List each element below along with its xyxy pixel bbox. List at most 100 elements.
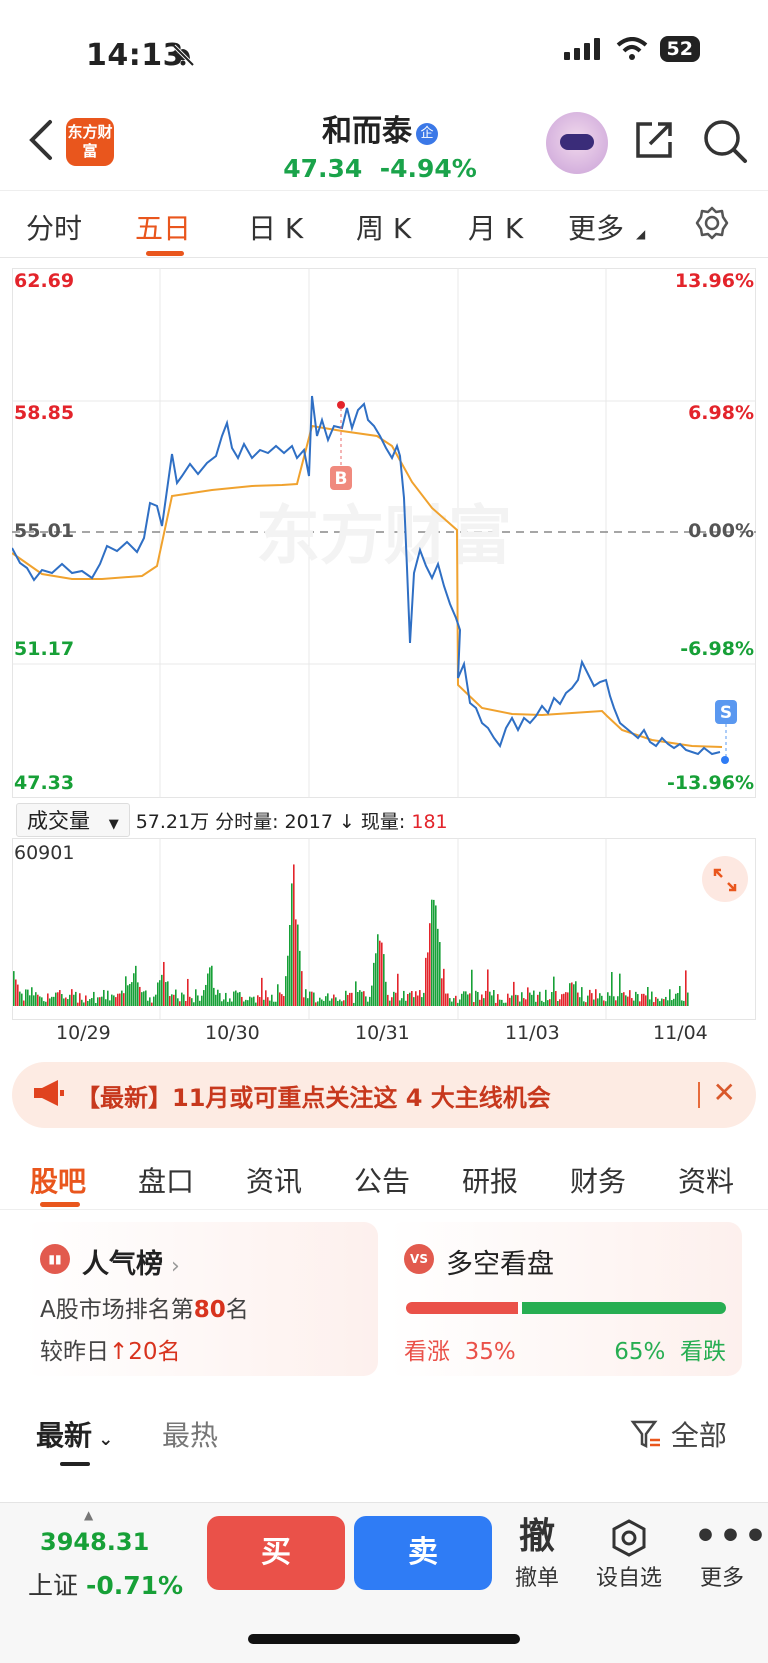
sell-button[interactable]: 卖	[354, 1516, 492, 1590]
tab-finance[interactable]: 财务	[570, 1160, 626, 1200]
five-day-chart[interactable]: 东方财富 B S 62.69 58.85 55.01 51.17 47.33 1…	[11, 268, 756, 798]
volume-bar	[95, 1002, 97, 1006]
tab-latest[interactable]: 最新 ⌄	[36, 1414, 113, 1454]
volume-bar	[321, 999, 323, 1006]
volume-bar	[93, 991, 95, 1006]
volume-bar	[433, 899, 435, 1006]
volume-bar	[515, 994, 517, 1006]
filter-button[interactable]: 全部	[630, 1414, 727, 1454]
tab-profile[interactable]: 资料	[678, 1160, 734, 1200]
tab-research[interactable]: 研报	[462, 1160, 518, 1200]
volume-chart[interactable]: 60901	[12, 838, 756, 1020]
volume-bar	[119, 993, 121, 1006]
volume-bar	[391, 997, 393, 1006]
volume-bar	[203, 990, 205, 1006]
volume-bar	[315, 1002, 317, 1006]
volume-bar	[643, 993, 645, 1006]
tab-news[interactable]: 资讯	[246, 1160, 302, 1200]
cancel-order-button[interactable]: 撤 撤单	[512, 1514, 562, 1592]
volume-bar	[159, 980, 161, 1006]
tab-five-day[interactable]: 五日	[135, 207, 191, 247]
volume-bar	[129, 983, 131, 1006]
volume-bar	[489, 991, 491, 1006]
volume-bar	[251, 997, 253, 1006]
volume-bar	[121, 990, 123, 1006]
popularity-card[interactable]: ▮▮ 人气榜 › A股市场排名第80名 较昨日↑20名	[24, 1222, 378, 1376]
bear-label: 看跌	[680, 1339, 726, 1365]
volume-bar	[243, 1001, 245, 1006]
tab-monthly-k[interactable]: 月 K	[468, 207, 523, 247]
more-caret-icon: ◢	[636, 227, 646, 241]
volume-bar	[317, 1001, 319, 1006]
news-banner[interactable]: 【最新】11月或可重点关注这 4 大主线机会 ✕	[12, 1062, 756, 1128]
volume-bar	[575, 981, 577, 1006]
tab-latest-label: 最新	[36, 1419, 93, 1452]
price-label-max: 62.69	[14, 270, 75, 292]
volume-bar	[389, 1000, 391, 1006]
volume-bar	[683, 1000, 685, 1006]
caret-up-icon: ▲	[84, 1508, 94, 1522]
volume-bar	[107, 990, 109, 1006]
fullscreen-button[interactable]	[702, 856, 748, 902]
price-chart-svg: 东方财富 B S	[11, 268, 756, 798]
volume-bar	[685, 970, 687, 1006]
more-button[interactable]: ••• 更多	[694, 1514, 767, 1592]
volume-bar	[687, 992, 689, 1006]
volume-bar	[411, 991, 413, 1006]
volume-bar	[189, 996, 191, 1006]
buy-button[interactable]: 买	[207, 1516, 345, 1590]
tab-more[interactable]: 更多	[568, 207, 624, 247]
volume-bar	[563, 993, 565, 1006]
tab-hot[interactable]: 最热	[162, 1414, 218, 1454]
assistant-avatar[interactable]	[546, 112, 608, 174]
volume-bar	[237, 992, 239, 1006]
close-icon[interactable]: ✕	[713, 1076, 736, 1109]
tab-daily-k[interactable]: 日 K	[248, 207, 303, 247]
tab-order-book[interactable]: 盘口	[138, 1160, 194, 1200]
volume-bar	[363, 991, 365, 1006]
volume-bar	[225, 992, 227, 1006]
tab-intraday[interactable]: 分时	[26, 207, 82, 247]
volume-bar	[525, 999, 527, 1006]
bull-bear-card[interactable]: VS 多空看盘 看涨 35% 65% 看跌	[388, 1222, 742, 1376]
volume-bar	[229, 998, 231, 1006]
volume-bar	[591, 993, 593, 1006]
volume-bar	[31, 987, 33, 1006]
share-button[interactable]	[632, 118, 676, 166]
add-watchlist-button[interactable]: 设自选	[590, 1514, 668, 1592]
volume-bar	[241, 996, 243, 1006]
volume-bar	[183, 994, 185, 1006]
search-button[interactable]	[702, 118, 748, 168]
x-label: 10/29	[56, 1022, 111, 1044]
market-rank-line: A股市场排名第80名	[40, 1290, 249, 1324]
bear-percent: 65%	[614, 1339, 666, 1365]
bull-bear-title: 多空看盘	[446, 1249, 554, 1280]
volume-bar	[579, 997, 581, 1006]
volume-bar	[441, 978, 443, 1006]
volume-bar	[161, 974, 163, 1006]
gear-icon	[695, 206, 729, 240]
volume-bar	[483, 998, 485, 1006]
volume-bar	[21, 993, 23, 1006]
filter-label: 全部	[670, 1419, 727, 1452]
index-summary[interactable]: 上证 -0.71%	[28, 1566, 183, 1602]
volume-bar	[25, 989, 27, 1006]
tab-forum[interactable]: 股吧	[30, 1160, 86, 1200]
tab-weekly-k[interactable]: 周 K	[356, 207, 411, 247]
volume-bar	[357, 991, 359, 1006]
settings-button[interactable]	[694, 205, 730, 245]
volume-bar	[551, 992, 553, 1006]
volume-bar	[319, 997, 321, 1006]
volume-bar	[313, 992, 315, 1006]
volume-indicator-select[interactable]: 成交量 ▼	[16, 803, 130, 837]
volume-bar	[599, 993, 601, 1006]
index-value[interactable]: 3948.31	[40, 1528, 149, 1556]
volume-bar	[671, 1000, 673, 1006]
back-button[interactable]	[26, 118, 56, 166]
volume-bar	[355, 981, 357, 1006]
volume-bar	[17, 984, 19, 1006]
tab-announcements[interactable]: 公告	[354, 1160, 410, 1200]
volume-bar	[209, 967, 211, 1006]
rank-change-prefix: 较昨日	[40, 1339, 109, 1365]
volume-bar	[75, 991, 77, 1006]
